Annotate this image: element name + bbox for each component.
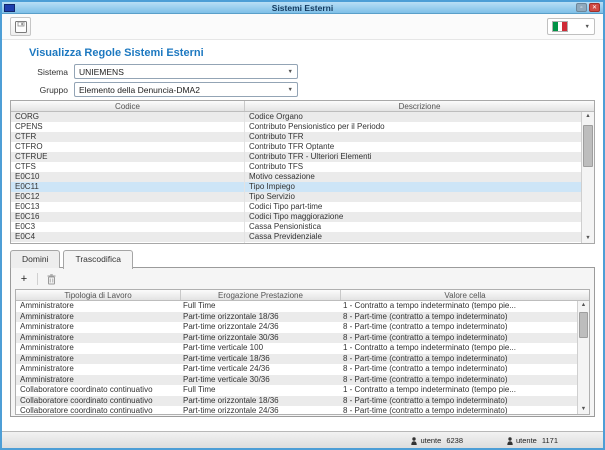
table-row[interactable]: E0C3 Cassa Pensionistica xyxy=(11,222,581,232)
user-icon xyxy=(411,437,417,445)
table-row[interactable]: Amministratore Part-time verticale 30/36… xyxy=(16,375,577,386)
floppy-disk-icon xyxy=(15,21,27,33)
toolbar-divider xyxy=(37,273,38,285)
user-session-2: utente 1171 xyxy=(507,432,558,449)
trascodifica-table-scrollbar[interactable]: ▲ ▼ xyxy=(577,301,589,414)
codes-table-header: Codice Descrizione xyxy=(11,101,594,112)
table-row[interactable]: E0C11 Tipo Impiego xyxy=(11,182,581,192)
column-header-erogazione[interactable]: Erogazione Prestazione xyxy=(181,290,341,300)
codes-table: Codice Descrizione CORG Codice Organo CP… xyxy=(10,100,595,244)
chevron-down-icon: ▼ xyxy=(585,24,590,30)
restore-button[interactable]: ▫ xyxy=(576,3,587,12)
table-row[interactable]: CTFRO Contributo TFR Optante xyxy=(11,142,581,152)
save-button[interactable] xyxy=(10,17,31,36)
codes-table-body: CORG Codice Organo CPENS Contributo Pens… xyxy=(11,112,581,243)
toolbar: ▼ xyxy=(2,14,603,40)
table-row[interactable]: E0C12 Tipo Servizio xyxy=(11,192,581,202)
table-row[interactable]: CTFRUE Contributo TFR - Ulteriori Elemen… xyxy=(11,152,581,162)
trascodifica-table-header: Tipologia di Lavoro Erogazione Prestazio… xyxy=(16,290,589,301)
scrollbar-thumb[interactable] xyxy=(583,125,593,167)
trascodifica-table: Tipologia di Lavoro Erogazione Prestazio… xyxy=(15,289,590,415)
table-row[interactable]: CTFR Contributo TFR xyxy=(11,132,581,142)
table-row[interactable]: Amministratore Part-time orizzontale 30/… xyxy=(16,333,577,344)
table-row[interactable]: Collaboratore coordinato continuativo Pa… xyxy=(16,396,577,407)
sistema-value: UNIEMENS xyxy=(79,67,124,77)
table-row[interactable]: Amministratore Part-time verticale 100 1… xyxy=(16,343,577,354)
plus-icon: + xyxy=(21,273,27,285)
codes-table-scrollbar[interactable]: ▲ ▼ xyxy=(581,112,594,243)
user-id: 1171 xyxy=(542,436,558,445)
italian-flag-icon xyxy=(552,21,568,32)
column-header-codice[interactable]: Codice xyxy=(11,101,245,111)
delete-row-button[interactable] xyxy=(42,272,60,286)
tab-bar: Domini Trascodifica xyxy=(10,250,603,268)
table-row[interactable]: Amministratore Part-time orizzontale 24/… xyxy=(16,322,577,333)
scroll-up-icon[interactable]: ▲ xyxy=(578,301,589,310)
column-header-valore[interactable]: Valore cella xyxy=(341,290,589,300)
trash-icon xyxy=(47,274,56,285)
chevron-down-icon: ▼ xyxy=(288,87,293,93)
table-row[interactable]: CORG Codice Organo xyxy=(11,112,581,122)
sistema-select[interactable]: UNIEMENS ▼ xyxy=(74,64,298,79)
user-label: utente xyxy=(516,436,537,445)
window: Sistemi Esterni ▫ ✕ ▼ Visualizza Regole xyxy=(0,0,605,450)
table-row[interactable]: E0C10 Motivo cessazione xyxy=(11,172,581,182)
trascodifica-table-body: Amministratore Full Time 1 - Contratto a… xyxy=(16,301,577,414)
table-row[interactable]: CTFS Contributo TFS xyxy=(11,162,581,172)
gruppo-label: Gruppo xyxy=(10,85,68,95)
table-row[interactable]: E0C4 Cassa Previdenziale xyxy=(11,232,581,242)
user-session-1: utente 6238 xyxy=(411,432,463,449)
scrollbar-thumb[interactable] xyxy=(579,312,588,338)
column-header-tipologia[interactable]: Tipologia di Lavoro xyxy=(16,290,181,300)
user-label: utente xyxy=(420,436,441,445)
table-row[interactable]: E0C13 Codici Tipo part-time xyxy=(11,202,581,212)
titlebar: Sistemi Esterni ▫ ✕ xyxy=(2,2,603,14)
user-id: 6238 xyxy=(446,436,463,445)
table-row[interactable]: Amministratore Full Time 1 - Contratto a… xyxy=(16,301,577,312)
chevron-down-icon: ▼ xyxy=(288,69,293,75)
main-content: Visualizza Regole Sistemi Esterni Sistem… xyxy=(2,40,603,431)
table-row[interactable]: Amministratore Part-time orizzontale 18/… xyxy=(16,312,577,323)
table-row[interactable]: Amministratore Part-time verticale 18/36… xyxy=(16,354,577,365)
scroll-up-icon[interactable]: ▲ xyxy=(582,112,594,121)
table-row[interactable]: E0C16 Codici Tipo maggiorazione xyxy=(11,212,581,222)
tab-domini[interactable]: Domini xyxy=(10,250,60,268)
table-row[interactable]: Collaboratore coordinato continuativo Pa… xyxy=(16,406,577,414)
gruppo-value: Elemento della Denuncia-DMA2 xyxy=(79,85,200,95)
trascodifica-panel: + Tipol xyxy=(10,267,595,417)
close-button[interactable]: ✕ xyxy=(589,3,600,12)
table-row[interactable]: E0C5 Cassa Credito xyxy=(11,242,581,243)
table-row[interactable]: Amministratore Part-time verticale 24/36… xyxy=(16,364,577,375)
language-selector[interactable]: ▼ xyxy=(547,18,595,35)
page-title: Visualizza Regole Sistemi Esterni xyxy=(29,47,603,59)
sistema-label: Sistema xyxy=(10,67,68,77)
window-title: Sistemi Esterni xyxy=(2,2,603,14)
scroll-down-icon[interactable]: ▼ xyxy=(582,234,594,243)
column-header-descrizione[interactable]: Descrizione xyxy=(245,101,594,111)
tab-trascodifica[interactable]: Trascodifica xyxy=(63,250,133,269)
scroll-down-icon[interactable]: ▼ xyxy=(578,405,589,414)
table-row[interactable]: CPENS Contributo Pensionistico per il Pe… xyxy=(11,122,581,132)
gruppo-select[interactable]: Elemento della Denuncia-DMA2 ▼ xyxy=(74,82,298,97)
table-row[interactable]: Collaboratore coordinato continuativo Fu… xyxy=(16,385,577,396)
trascodifica-toolbar: + xyxy=(15,271,590,287)
add-row-button[interactable]: + xyxy=(15,272,33,286)
user-icon xyxy=(507,437,513,445)
statusbar: utente 6238 utente 1171 xyxy=(2,431,603,448)
